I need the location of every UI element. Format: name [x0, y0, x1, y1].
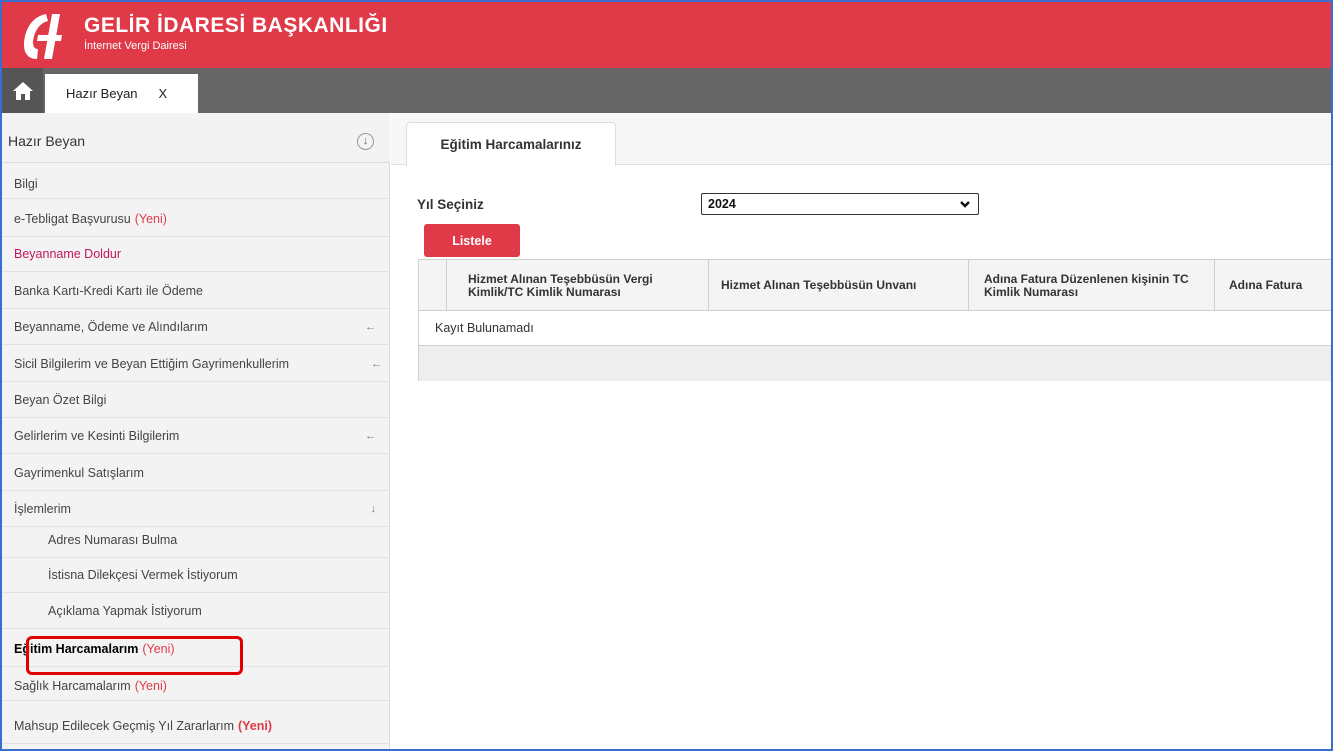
- grid-header: Hizmet Alınan Teşebbüsün Vergi Kimlik/TC…: [419, 260, 1331, 311]
- tab-label: Hazır Beyan: [66, 86, 138, 101]
- sidebar-item-label: Sağlık Harcamalarım: [14, 678, 131, 693]
- sidebar-item-label: e-Tebligat Başvurusu: [14, 212, 131, 226]
- results-grid: Hizmet Alınan Teşebbüsün Vergi Kimlik/TC…: [418, 259, 1331, 381]
- sidebar-item-beyanname-doldur[interactable]: Beyanname Doldur: [2, 237, 390, 272]
- sidebar-item-istisna-dilekcesi[interactable]: İstisna Dilekçesi Vermek İstiyorum: [2, 558, 390, 593]
- sidebar-item-bilgi[interactable]: Bilgi: [2, 169, 390, 199]
- grid-footer: [419, 346, 1331, 381]
- sidebar-item-beyanname-odeme[interactable]: Beyanname, Ödeme ve Alındılarım ←: [2, 310, 390, 345]
- sidebar-item-label: Beyanname Doldur: [14, 247, 122, 261]
- tab-hazir-beyan[interactable]: Hazır Beyan X: [45, 74, 198, 113]
- sidebar-item-islemlerim[interactable]: İşlemlerim ↓: [2, 492, 390, 527]
- sidebar-item-label: İstisna Dilekçesi Vermek İstiyorum: [48, 568, 238, 582]
- sidebar-item-label: Gayrimenkul Satışlarım: [14, 466, 144, 480]
- arrow-left-icon: ←: [365, 430, 376, 442]
- new-badge: (Yeni): [134, 678, 167, 693]
- sidebar-item-e-tebligat[interactable]: e-Tebligat Başvurusu (Yeni): [2, 202, 390, 237]
- sidebar-item-label: Açıklama Yapmak İstiyorum: [48, 604, 202, 618]
- sidebar-item-gelirlerim[interactable]: Gelirlerim ve Kesinti Bilgilerim ←: [2, 419, 390, 454]
- sidebar-item-label: Bilgi: [14, 176, 38, 191]
- home-icon: [12, 81, 33, 100]
- sidebar-item-adres-numarasi[interactable]: Adres Numarası Bulma: [2, 523, 390, 558]
- sidebar-title: Hazır Beyan: [8, 133, 86, 149]
- content-tab-row: Eğitim Harcamalarınız: [391, 113, 1331, 166]
- brand-subtitle: İnternet Vergi Dairesi: [84, 40, 187, 52]
- brand-title: GELİR İDARESİ BAŞKANLIĞI: [84, 14, 388, 37]
- sidebar-header: Hazır Beyan ↓: [2, 113, 390, 163]
- year-select-value: 2024: [708, 197, 736, 211]
- new-badge: (Yeni): [134, 212, 167, 226]
- sidebar-item-label: Sicil Bilgilerim ve Beyan Ettiğim Gayrim…: [14, 357, 290, 371]
- sidebar-item-gayrimenkul-satislarim[interactable]: Gayrimenkul Satışlarım: [2, 456, 390, 491]
- new-badge: (Yeni): [142, 642, 175, 656]
- sidebar-item-beyan-ozet[interactable]: Beyan Özet Bilgi: [2, 383, 390, 418]
- home-button[interactable]: [2, 68, 43, 113]
- sidebar-item-label: Eğitim Harcamalarım: [14, 642, 139, 656]
- sidebar-item-kart-odeme[interactable]: Banka Kartı-Kredi Kartı ile Ödeme: [2, 274, 390, 309]
- sidebar-collapse-icon[interactable]: ↓: [357, 133, 374, 150]
- grid-header-unvan[interactable]: Hizmet Alınan Teşebbüsün Unvanı: [709, 260, 969, 311]
- grid-header-select: [419, 260, 447, 311]
- chevron-down-icon: [960, 201, 970, 208]
- top-header: GELİR İDARESİ BAŞKANLIĞI İnternet Vergi …: [2, 2, 1331, 68]
- sidebar-item-label: İşlemlerim: [14, 502, 71, 516]
- gib-logo-icon: [24, 14, 62, 59]
- tab-bar: Hazır Beyan X: [2, 68, 1331, 113]
- arrow-left-icon: ←: [371, 358, 382, 370]
- grid-header-tc-kimlik[interactable]: Adına Fatura Düzenlenen kişinin TC Kimli…: [969, 260, 1215, 311]
- grid-header-adina-fatura[interactable]: Adına Fatura: [1215, 260, 1331, 311]
- grid-header-vergi-kimlik[interactable]: Hizmet Alınan Teşebbüsün Vergi Kimlik/TC…: [447, 260, 709, 311]
- tab-close-button[interactable]: X: [159, 86, 168, 101]
- tab-egitim-harcamalariniz[interactable]: Eğitim Harcamalarınız: [406, 122, 616, 166]
- year-select[interactable]: 2024: [701, 193, 979, 215]
- sidebar-item-mahsup-zararlar[interactable]: Mahsup Edilecek Geçmiş Yıl Zararlarım (Y…: [2, 709, 390, 744]
- year-label: Yıl Seçiniz: [417, 197, 484, 212]
- arrow-left-icon: ←: [365, 321, 376, 333]
- sidebar-item-egitim-harcamalarim[interactable]: Eğitim Harcamalarım (Yeni): [2, 632, 390, 667]
- sidebar-item-sicil-bilgilerim[interactable]: Sicil Bilgilerim ve Beyan Ettiğim Gayrim…: [2, 347, 390, 382]
- sidebar-item-aciklama-yapmak[interactable]: Açıklama Yapmak İstiyorum: [2, 594, 390, 629]
- sidebar-item-label: Mahsup Edilecek Geçmiş Yıl Zararlarım: [14, 719, 234, 733]
- main-content: Eğitim Harcamalarınız Yıl Seçiniz 2024 L…: [391, 113, 1331, 749]
- sidebar-item-label: Beyan Özet Bilgi: [14, 393, 107, 407]
- sidebar-item-label: Beyanname, Ödeme ve Alındılarım: [14, 320, 208, 334]
- sidebar: Hazır Beyan ↓ Bilgi e-Tebligat Başvurusu…: [2, 113, 390, 749]
- list-button[interactable]: Listele: [424, 224, 520, 257]
- sidebar-item-label: Gelirlerim ve Kesinti Bilgilerim: [14, 429, 180, 443]
- new-badge: (Yeni): [237, 719, 273, 733]
- grid-empty-message: Kayıt Bulunamadı: [419, 311, 1331, 346]
- sidebar-item-label: Banka Kartı-Kredi Kartı ile Ödeme: [14, 284, 203, 298]
- sidebar-item-saglik-harcamalarim[interactable]: Sağlık Harcamalarım (Yeni): [2, 671, 390, 701]
- sidebar-item-label: Adres Numarası Bulma: [48, 533, 178, 547]
- arrow-down-icon: ↓: [370, 503, 377, 515]
- app-frame: GELİR İDARESİ BAŞKANLIĞI İnternet Vergi …: [0, 0, 1333, 751]
